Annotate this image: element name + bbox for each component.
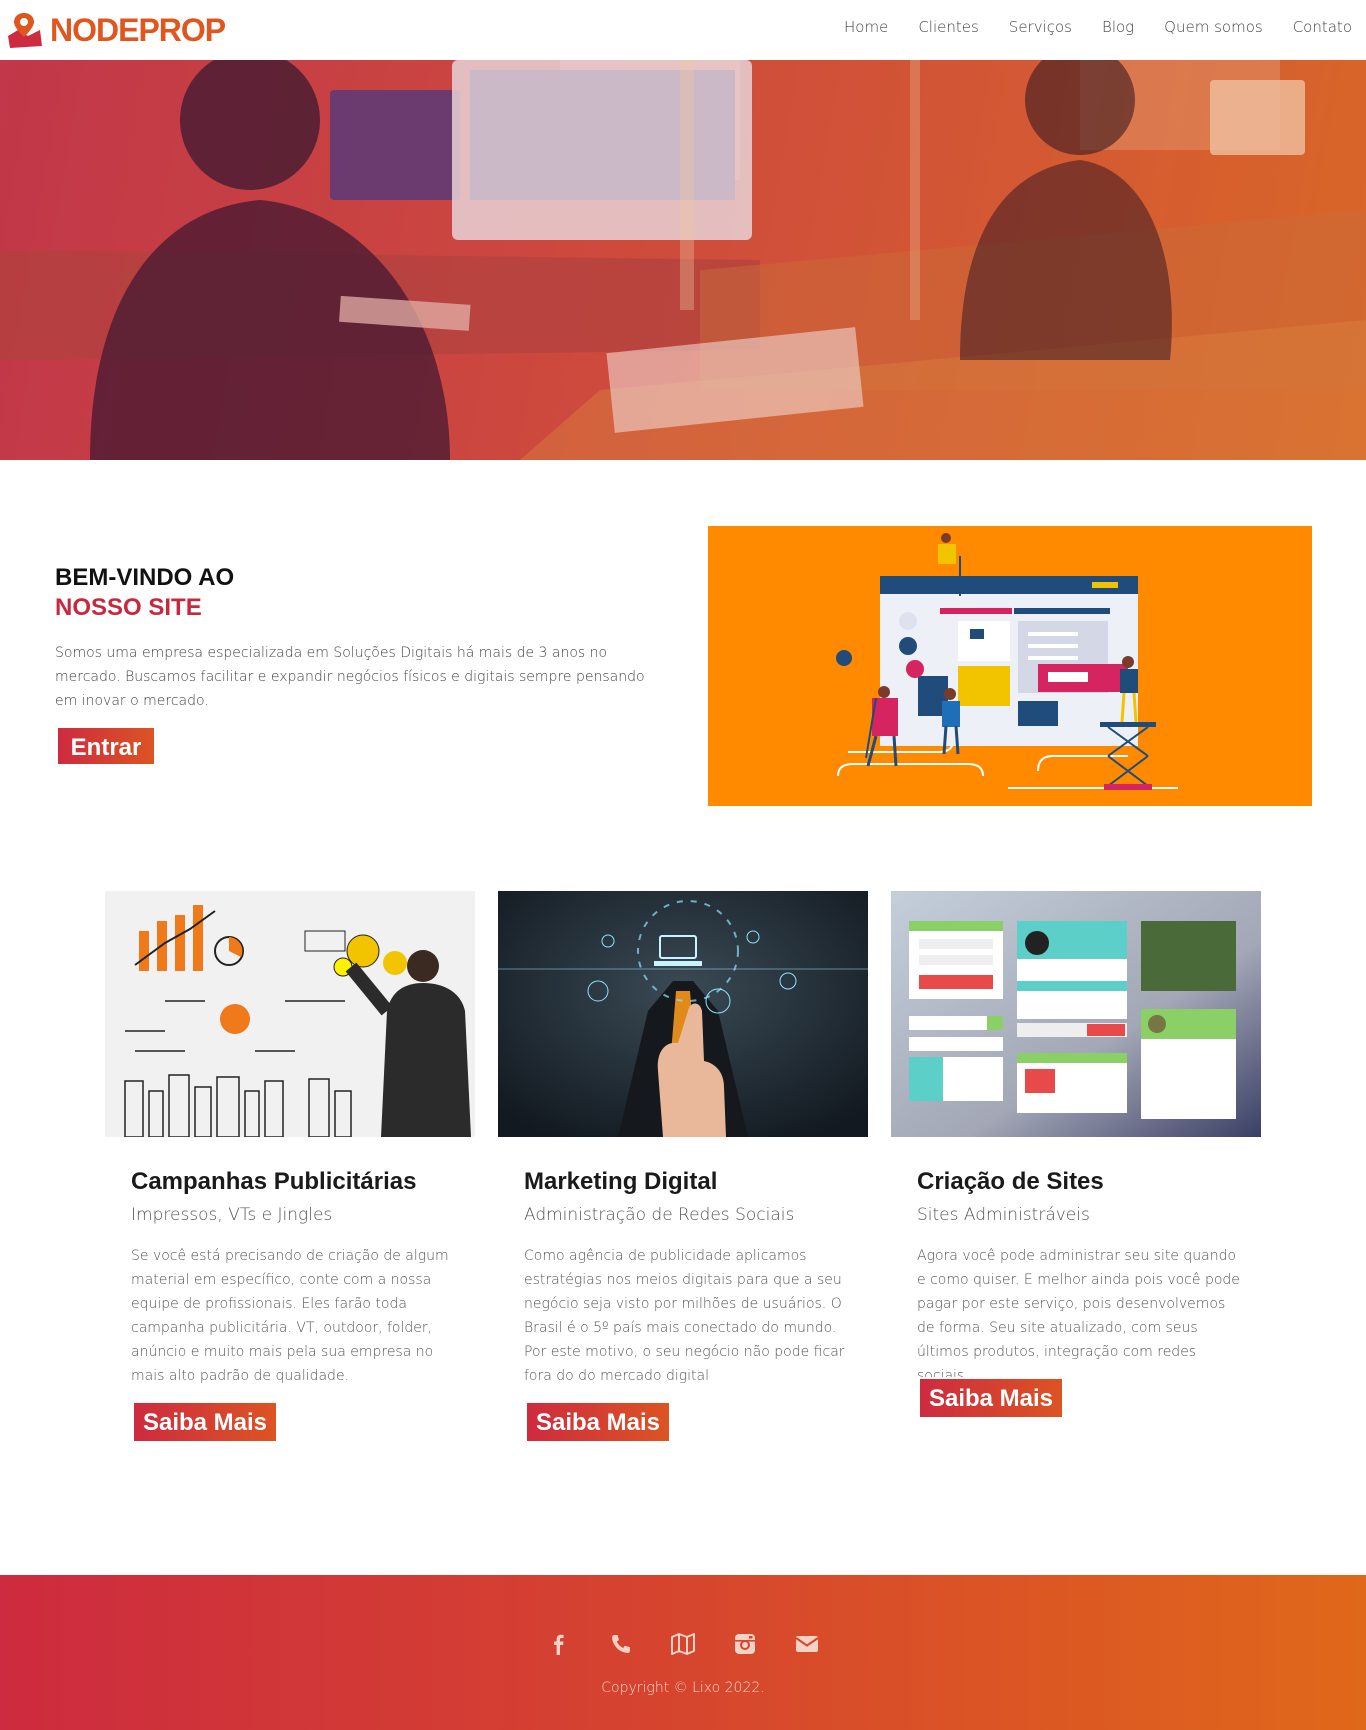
welcome-title-line2: NOSSO SITE bbox=[55, 594, 202, 621]
saiba-mais-marketing-button[interactable]: Saiba Mais bbox=[525, 1401, 671, 1443]
saiba-mais-campanhas-button[interactable]: Saiba Mais bbox=[132, 1401, 278, 1443]
envelope-icon[interactable] bbox=[794, 1631, 820, 1657]
saiba-mais-sites-button[interactable]: Saiba Mais bbox=[918, 1377, 1064, 1419]
hero-banner bbox=[0, 60, 1366, 460]
nav-clientes[interactable]: Clientes bbox=[918, 18, 978, 36]
web-design-team-illustration bbox=[708, 526, 1312, 806]
welcome-text: Somos uma empresa especializada em Soluç… bbox=[55, 645, 645, 709]
nav-contato[interactable]: Contato bbox=[1293, 18, 1352, 36]
copyright-text: Copyright © Lixo 2022. bbox=[601, 1680, 765, 1696]
welcome-title: BEM-VINDO AO NOSSO SITE bbox=[55, 563, 234, 623]
service-text-marketing: Como agência de publicidade aplicamos es… bbox=[524, 1248, 845, 1384]
brand-name: NODEPROP bbox=[50, 11, 226, 48]
finger-touching-digital-icons-photo bbox=[498, 891, 868, 1137]
service-subtitle-sites: Sites Administráveis bbox=[917, 1205, 1090, 1225]
footer-social-icons bbox=[0, 1631, 1366, 1657]
facebook-icon[interactable] bbox=[546, 1631, 572, 1657]
office-workspace-photo bbox=[0, 60, 1366, 460]
service-title-sites: Criação de Sites bbox=[917, 1168, 1104, 1195]
nav-home[interactable]: Home bbox=[844, 18, 888, 36]
service-text-campanhas: Se você está precisando de criação de al… bbox=[131, 1248, 449, 1384]
map-icon[interactable] bbox=[670, 1631, 696, 1657]
logo[interactable]: NODEPROP bbox=[6, 8, 226, 52]
nav-blog[interactable]: Blog bbox=[1102, 18, 1134, 36]
service-text-sites: Agora você pode administrar seu site qua… bbox=[917, 1248, 1240, 1384]
site-header: NODEPROP Home Clientes Serviços Blog Que… bbox=[0, 0, 1366, 60]
service-subtitle-campanhas: Impressos, VTs e Jingles bbox=[131, 1205, 333, 1225]
service-title-campanhas: Campanhas Publicitárias bbox=[131, 1168, 417, 1195]
nav-servicos[interactable]: Serviços bbox=[1009, 18, 1072, 36]
nav-quem-somos[interactable]: Quem somos bbox=[1164, 18, 1263, 36]
map-pin-logo-icon bbox=[6, 10, 46, 50]
main-nav: Home Clientes Serviços Blog Quem somos C… bbox=[814, 18, 1352, 36]
service-title-marketing: Marketing Digital bbox=[524, 1168, 718, 1195]
businessman-whiteboard-sketch-photo bbox=[105, 891, 475, 1137]
instagram-icon[interactable] bbox=[732, 1631, 758, 1657]
entrar-button[interactable]: Entrar bbox=[56, 726, 156, 766]
welcome-title-line1: BEM-VINDO AO bbox=[55, 564, 235, 591]
phone-icon[interactable] bbox=[608, 1631, 634, 1657]
ui-kit-widgets-screenshot bbox=[891, 891, 1261, 1137]
site-footer: Copyright © Lixo 2022. bbox=[0, 1575, 1366, 1730]
service-subtitle-marketing: Administração de Redes Sociais bbox=[524, 1205, 795, 1225]
